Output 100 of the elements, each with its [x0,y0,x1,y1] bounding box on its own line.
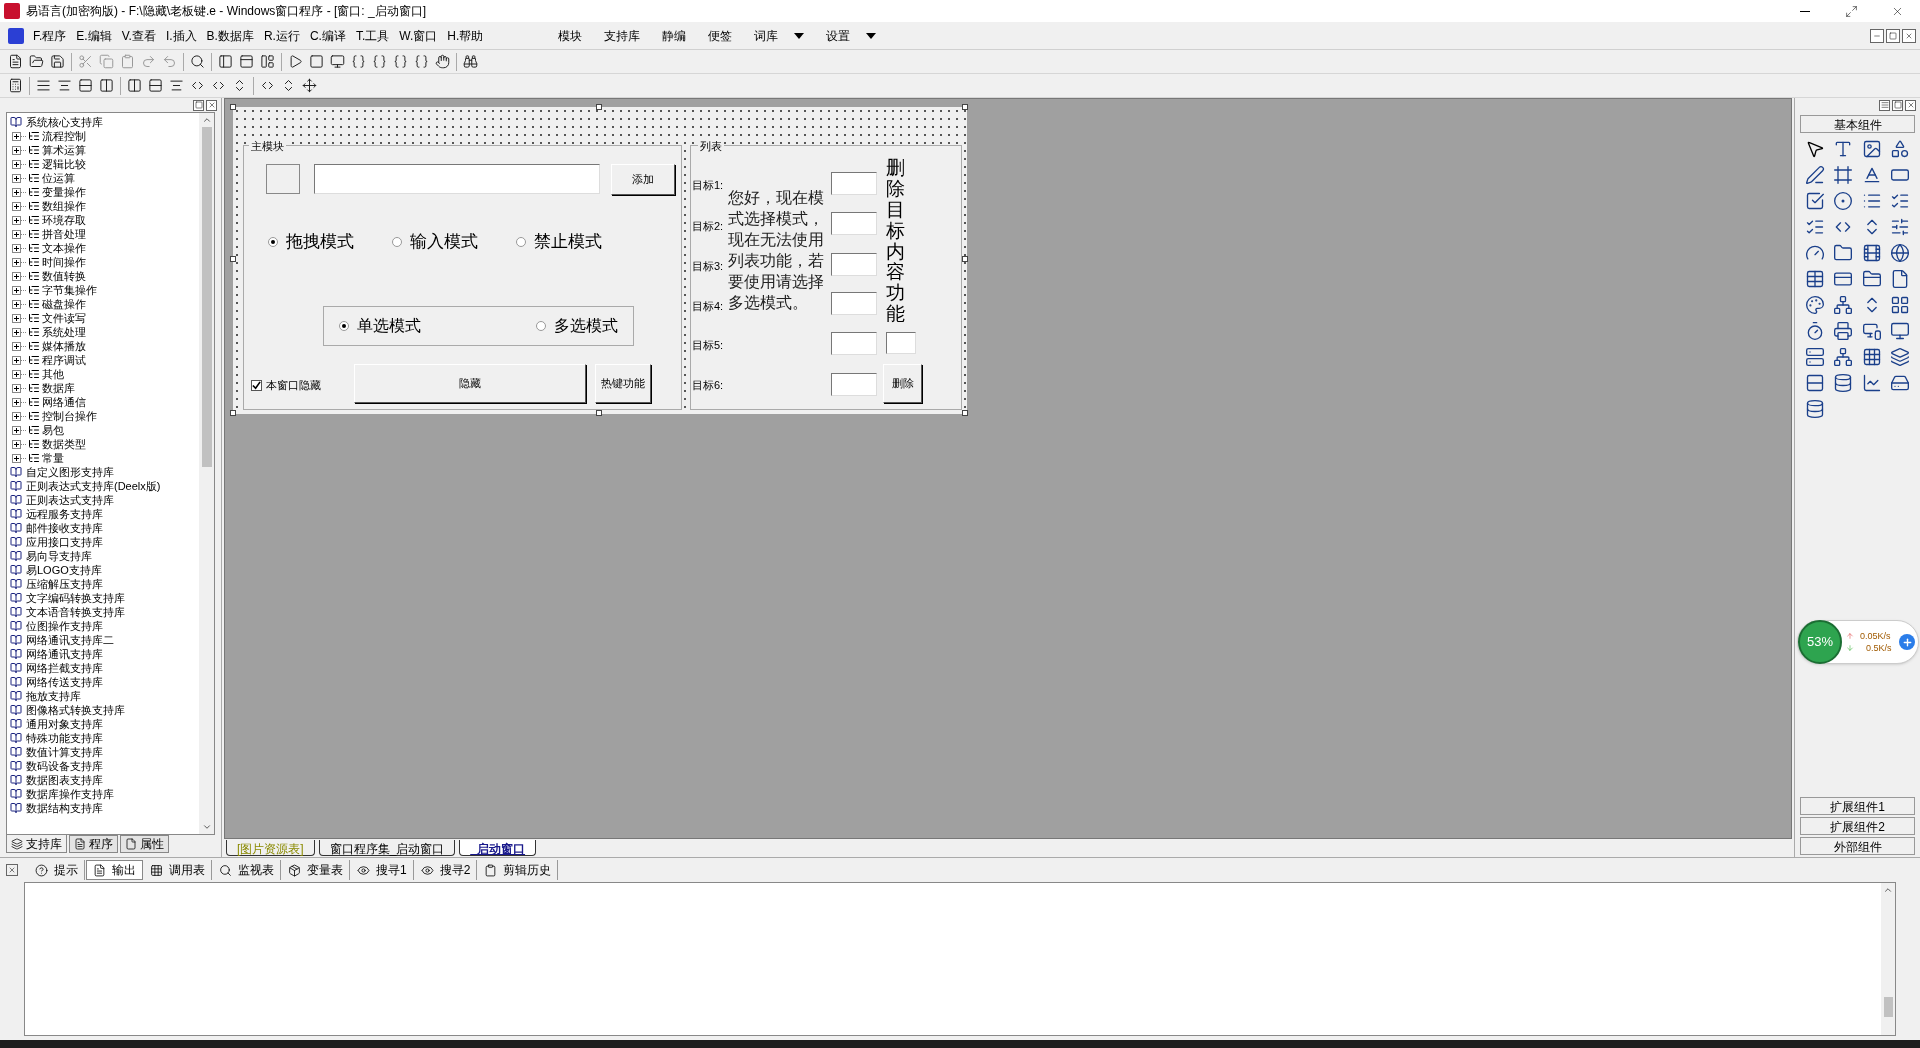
tree-item[interactable]: 数据库 [42,381,75,395]
expand-toggle[interactable] [12,411,21,421]
radio-button[interactable] [536,321,546,331]
expand-toggle[interactable] [12,341,21,351]
menu-button[interactable] [1879,99,1890,111]
text-input[interactable] [314,164,600,194]
table-icon[interactable] [1805,373,1826,393]
hotkey-button[interactable]: 热键功能 [595,364,651,403]
tree-item[interactable]: 文本操作 [42,241,86,255]
target-input[interactable] [831,332,877,355]
tree-item[interactable]: 应用接口支持库 [26,535,103,549]
tree-item[interactable]: 数值计算支持库 [26,745,103,759]
add-button[interactable] [1899,634,1915,650]
expand-toggle[interactable] [12,327,21,337]
tree-item[interactable]: 文字编码转换支持库 [26,591,125,605]
expand-toggle[interactable] [12,159,21,169]
menu-item[interactable]: T.工具 [350,26,395,45]
tree-item[interactable]: 系统核心支持库 [26,115,103,129]
braces-icon[interactable] [351,54,366,69]
tree-item[interactable]: 时间操作 [42,255,86,269]
close-button[interactable] [6,864,18,876]
target-input[interactable] [831,373,877,396]
expand-toggle[interactable] [12,453,21,463]
palette-icon[interactable] [1805,295,1826,315]
category-button[interactable]: 扩展组件1 [1800,797,1915,815]
chart-icon[interactable] [1861,373,1882,393]
output-tab[interactable]: 输出 [86,860,143,880]
delete-button[interactable]: 删除 [883,364,922,403]
dropdown-arrow-icon[interactable] [866,32,877,39]
printer-icon[interactable] [1833,321,1854,341]
close-button[interactable] [206,99,217,111]
panel-tab[interactable]: 支持库 [6,835,67,853]
tree-item[interactable]: 网络通信 [42,395,86,409]
output-tab[interactable]: 剪辑历史 [478,860,559,880]
expand-toggle[interactable] [12,369,21,379]
align-icon[interactable] [169,78,184,93]
monitor-icon[interactable] [330,54,345,69]
hand-icon[interactable] [435,54,450,69]
target-input[interactable] [831,253,877,276]
align-icon[interactable] [78,78,93,93]
tree-item[interactable]: 邮件接收支持库 [26,521,103,535]
tree-item[interactable]: 位运算 [42,171,75,185]
menu-item[interactable]: V.查看 [116,26,161,45]
editor-tab[interactable]: 窗口程序集_启动窗口 [318,840,456,856]
expand-toggle[interactable] [12,271,21,281]
expand-toggle[interactable] [12,243,21,253]
resize-handle[interactable] [230,256,236,262]
menu-item[interactable]: 词库 [754,26,779,45]
tree-item[interactable]: 图像格式转换支持库 [26,703,125,717]
menu-item[interactable]: F.程序 [28,26,72,45]
menu-item[interactable]: 设置 [826,26,851,45]
tree-item[interactable]: 环境存取 [42,213,86,227]
output-tab[interactable]: 变量表 [282,860,350,880]
tree-item[interactable]: 媒体播放 [42,339,86,353]
scroll-thumb[interactable] [1883,997,1893,1017]
tree-item[interactable]: 磁盘操作 [42,297,86,311]
save-icon[interactable] [50,54,65,69]
tree-item[interactable]: 网络拦截支持库 [26,661,103,675]
expand-toggle[interactable] [12,229,21,239]
resize-handle[interactable] [962,410,968,416]
menu-item[interactable]: I.插入 [160,26,202,45]
tree-item[interactable]: 特殊功能支持库 [26,731,103,745]
tree-item[interactable]: 网络通讯支持库 [26,647,103,661]
output-tab[interactable]: 调用表 [144,860,212,880]
tree-item[interactable]: 通用对象支持库 [26,717,103,731]
film-icon[interactable] [1861,243,1882,263]
tree-item[interactable]: 数据结构支持库 [26,801,103,815]
radio-icon[interactable] [1833,191,1854,211]
resize-handle[interactable] [962,104,968,110]
expand-toggle[interactable] [12,355,21,365]
tree-item[interactable]: 系统处理 [42,325,86,339]
tree-item[interactable]: 拼音处理 [42,227,86,241]
tree-item[interactable]: 数码设备支持库 [26,759,103,773]
target-input[interactable] [831,172,877,195]
radio-button[interactable] [516,236,526,247]
align-icon[interactable] [99,78,114,93]
editor-tab[interactable]: _启动窗口 [459,840,537,856]
expand-toggle[interactable] [12,313,21,323]
category-button[interactable]: 扩展组件2 [1800,817,1915,835]
tree-item[interactable]: 网络通讯支持库二 [26,633,114,647]
align-icon[interactable] [36,78,51,93]
folder-icon[interactable] [1861,269,1882,289]
pointer-icon[interactable] [1805,139,1826,159]
braces-icon[interactable] [414,54,429,69]
tree-item[interactable]: 常量 [42,451,64,465]
target-input[interactable] [831,292,877,315]
menu-item[interactable]: 模块 [558,26,583,45]
tree-item[interactable]: 数组操作 [42,199,86,213]
tree-item[interactable]: 流程控制 [42,129,86,143]
scrollbar[interactable] [199,113,214,834]
menu-item[interactable]: H.帮助 [442,26,489,45]
menu-item[interactable]: C.编译 [304,26,351,45]
output-tab[interactable]: 提示 [29,860,85,880]
browser-icon[interactable] [1889,243,1910,263]
tree-item[interactable]: 正则表达式支持库(Deelx版) [26,479,161,493]
category-button[interactable]: 基本组件 [1800,115,1915,133]
panel-icon[interactable] [260,54,275,69]
restore-button[interactable] [193,99,204,111]
list-icon[interactable] [1889,191,1910,211]
tree-item[interactable]: 数据类型 [42,437,86,451]
